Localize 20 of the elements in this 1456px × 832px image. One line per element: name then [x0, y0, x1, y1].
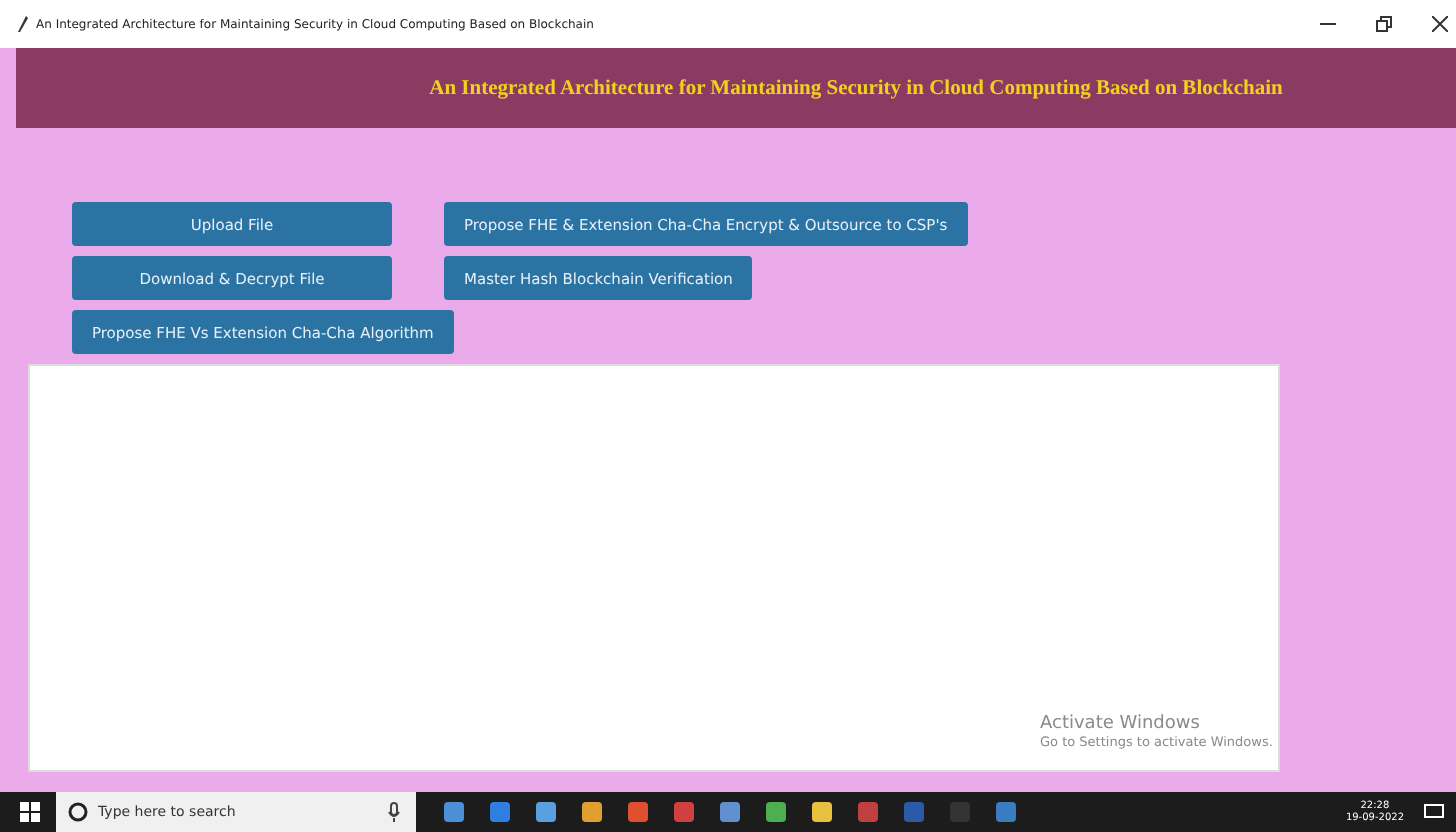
taskbar-app-icon[interactable]: [766, 802, 786, 822]
taskbar-app-icon[interactable]: [858, 802, 878, 822]
app-title: An Integrated Architecture for Maintaining Security in Cloud Computing Based on Blockchain: [427, 77, 1283, 99]
taskbar-app-icon[interactable]: [996, 802, 1016, 822]
cortana-circle-icon: [68, 802, 88, 822]
taskbar-app-icon[interactable]: [674, 802, 694, 822]
taskbar-app-icon[interactable]: [628, 802, 648, 822]
restore-icon[interactable]: [1376, 16, 1392, 32]
taskbar-app-icon[interactable]: [812, 802, 832, 822]
taskbar-app-icon[interactable]: [904, 802, 924, 822]
taskbar-app-icon[interactable]: [444, 802, 464, 822]
activation-title: Activate Windows: [1040, 714, 1202, 734]
taskbar-app-icon[interactable]: [490, 802, 510, 822]
taskbar-app-icon[interactable]: [582, 802, 602, 822]
taskbar-app-icon[interactable]: [720, 802, 740, 822]
windows-start-icon[interactable]: [20, 802, 40, 822]
taskbar-app-icon[interactable]: [536, 802, 556, 822]
close-icon[interactable]: [1432, 16, 1448, 32]
notification-icon[interactable]: [1424, 803, 1444, 821]
microphone-icon: [388, 802, 400, 822]
